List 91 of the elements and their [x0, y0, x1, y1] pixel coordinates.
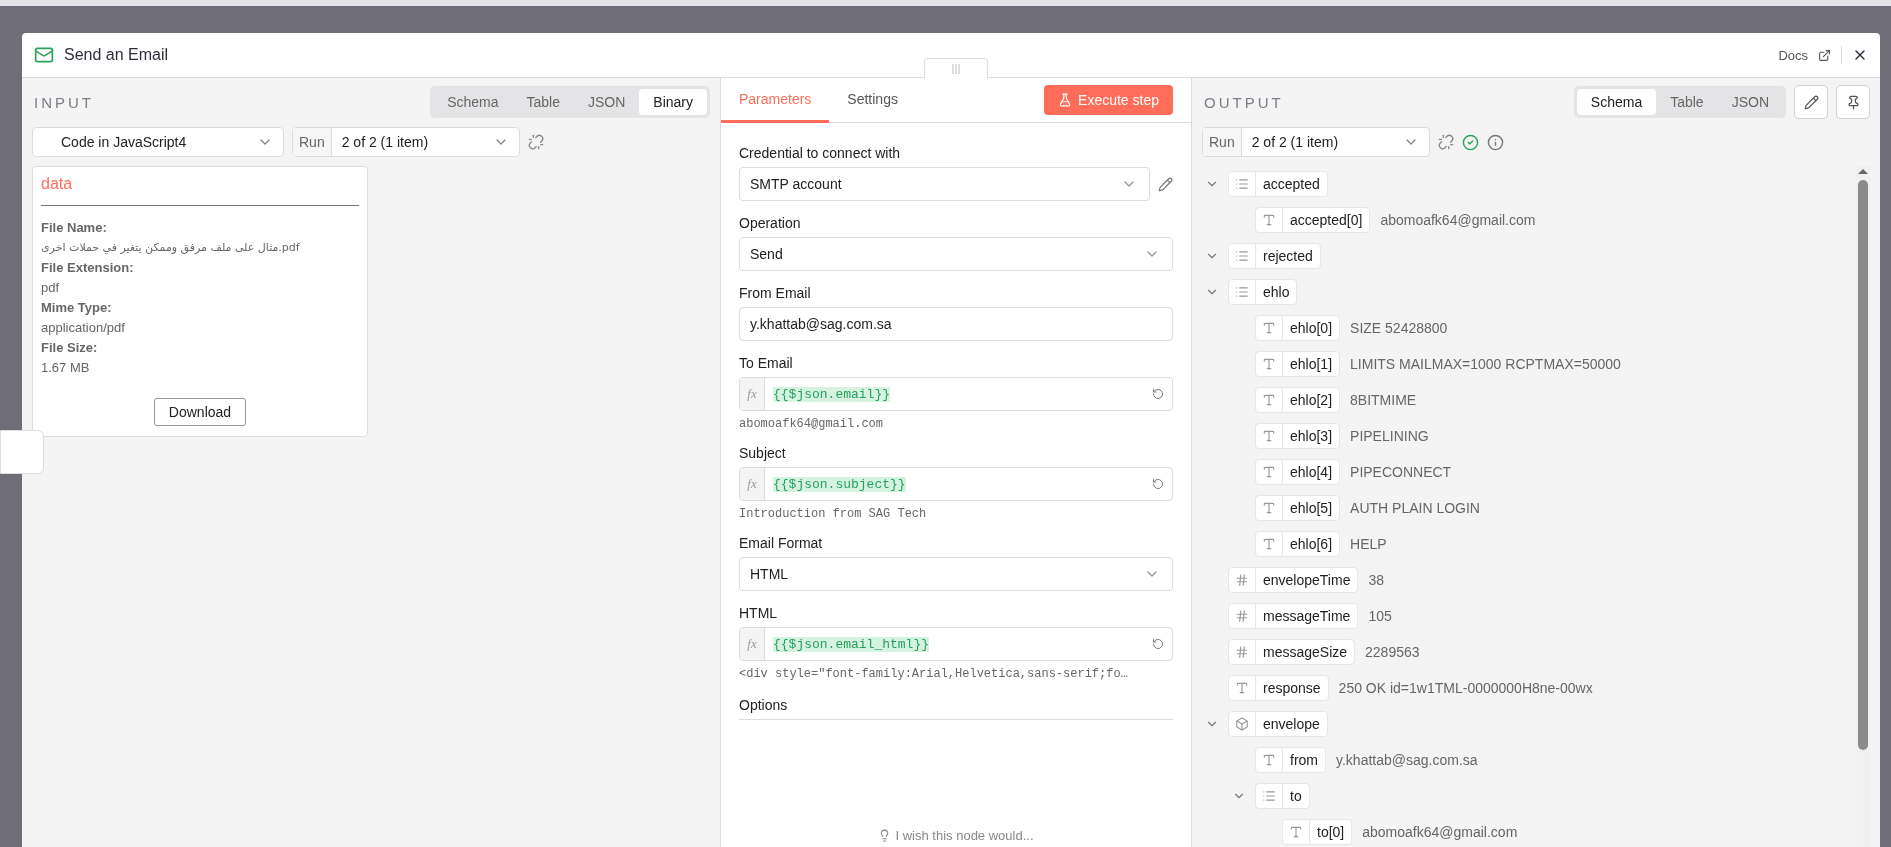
- field-key: ehlo[6]: [1283, 536, 1340, 552]
- field-key: ehlo: [1256, 284, 1297, 300]
- field-value: 105: [1368, 608, 1392, 624]
- docs-link[interactable]: Docs: [1778, 47, 1808, 63]
- pin-button[interactable]: [1836, 85, 1870, 119]
- field-value: 250 OK id=1w1TML-0000000H8ne-00wx: [1338, 680, 1593, 696]
- edit-button[interactable]: [1794, 85, 1828, 119]
- select-field[interactable]: Send: [739, 237, 1173, 271]
- field-key: rejected: [1256, 248, 1320, 264]
- field-key: messageTime: [1256, 608, 1358, 624]
- field-value: PIPECONNECT: [1350, 464, 1452, 480]
- field-value: PIPELINING: [1350, 428, 1429, 444]
- field-key: to[0]: [1310, 824, 1352, 840]
- field-key: envelope: [1256, 716, 1327, 732]
- view-tab[interactable]: Binary: [639, 89, 707, 115]
- file-field-value: 1.67 MB: [41, 359, 91, 377]
- run-select[interactable]: Run 2 of 2 (1 item): [1202, 127, 1430, 157]
- file-field-label: File Name:: [41, 219, 108, 237]
- run-select[interactable]: Run 2 of 2 (1 item): [292, 127, 520, 157]
- options-heading: Options: [739, 697, 1173, 720]
- panel-heading: OUTPUT: [1203, 93, 1285, 111]
- view-tab[interactable]: Schema: [433, 89, 513, 115]
- view-tab[interactable]: Table: [1656, 89, 1718, 115]
- view-tab[interactable]: Schema: [1576, 89, 1657, 115]
- node-select[interactable]: Code in JavaScript4: [32, 127, 284, 157]
- parameter-tab[interactable]: Settings: [829, 78, 916, 123]
- field-key: ehlo[1]: [1283, 356, 1340, 372]
- field-value: 2289563: [1365, 644, 1420, 660]
- pencil-icon: [1803, 94, 1819, 110]
- field-key: ehlo[2]: [1283, 392, 1340, 408]
- window-title: Send an Email: [64, 46, 170, 64]
- flask-icon: [1058, 93, 1073, 107]
- field-label: Email Format: [739, 535, 824, 551]
- expression-preview: <div style="font-family:Arial,Helvetica,sans-serif;fo…: [739, 667, 1129, 681]
- pin-icon: [1845, 94, 1861, 110]
- file-field-label: File Size:: [41, 339, 99, 357]
- field-value: 38: [1368, 572, 1384, 588]
- field-label: Operation: [739, 215, 802, 231]
- field-value: LIMITS MAILMAX=1000 RCPTMAX=50000: [1350, 356, 1621, 372]
- scrollbar[interactable]: [1856, 166, 1870, 847]
- feedback-link[interactable]: I wish this node would...: [878, 828, 1034, 843]
- select-field[interactable]: SMTP account: [739, 167, 1150, 201]
- field-label: HTML: [739, 605, 779, 621]
- field-value: SIZE 52428800: [1350, 320, 1448, 336]
- field-label: To Email: [739, 355, 794, 371]
- field-key: from: [1283, 752, 1325, 768]
- panel-heading: INPUT: [33, 93, 95, 111]
- download-button[interactable]: Download: [153, 398, 247, 426]
- field-key: accepted: [1256, 176, 1327, 192]
- drag-handle[interactable]: [924, 58, 988, 79]
- view-tab[interactable]: Table: [512, 89, 574, 115]
- file-field-value: application/pdf: [41, 319, 126, 337]
- field-key: to: [1283, 788, 1309, 804]
- card-title: data: [41, 175, 359, 206]
- field-value: abomoafk64@gmail.com: [1362, 824, 1518, 840]
- field-key: ehlo[3]: [1283, 428, 1340, 444]
- field-key: ehlo[4]: [1283, 464, 1340, 480]
- field-label: Subject: [739, 445, 787, 461]
- file-field-value: مثال على ملف مرفق وممكن يتغير في حملات اخرى.pdf: [41, 240, 301, 256]
- field-key: messageSize: [1256, 644, 1355, 660]
- field-key: response: [1256, 680, 1328, 696]
- view-tab[interactable]: JSON: [573, 89, 640, 115]
- file-field-label: File Extension:: [41, 259, 135, 277]
- field-key: ehlo[0]: [1283, 320, 1340, 336]
- field-label: Credential to connect with: [739, 145, 902, 161]
- mail-icon: [34, 45, 54, 65]
- view-tab[interactable]: JSON: [1717, 89, 1783, 115]
- field-label: From Email: [739, 285, 812, 301]
- field-key: envelopeTime: [1256, 572, 1358, 588]
- grip-icon: [952, 64, 960, 74]
- file-field-value: pdf: [41, 279, 61, 297]
- panel-handle[interactable]: [0, 430, 44, 474]
- success-check-icon: [1462, 133, 1479, 151]
- info-icon[interactable]: [1487, 133, 1504, 151]
- select-field[interactable]: HTML: [739, 557, 1173, 591]
- input-field[interactable]: y.khattab@sag.com.sa: [739, 307, 1173, 341]
- field-value: abomoafk64@gmail.com: [1380, 212, 1536, 228]
- field-value: y.khattab@sag.com.sa: [1336, 752, 1478, 768]
- expression-preview: Introduction from SAG Tech: [739, 507, 928, 521]
- field-value: HELP: [1350, 536, 1387, 552]
- field-value: AUTH PLAIN LOGIN: [1350, 500, 1480, 516]
- unlink-icon[interactable]: [1438, 134, 1454, 150]
- expression-preview: abomoafk64@gmail.com: [739, 417, 885, 431]
- field-key: ehlo[5]: [1283, 500, 1340, 516]
- field-value: 8BITMIME: [1350, 392, 1417, 408]
- pencil-icon[interactable]: [1158, 176, 1173, 192]
- scroll-up-icon[interactable]: [1856, 166, 1870, 176]
- field-key: accepted[0]: [1283, 212, 1370, 228]
- external-link-icon[interactable]: [1818, 48, 1831, 62]
- file-field-label: Mime Type:: [41, 299, 113, 317]
- unlink-icon[interactable]: [528, 134, 544, 150]
